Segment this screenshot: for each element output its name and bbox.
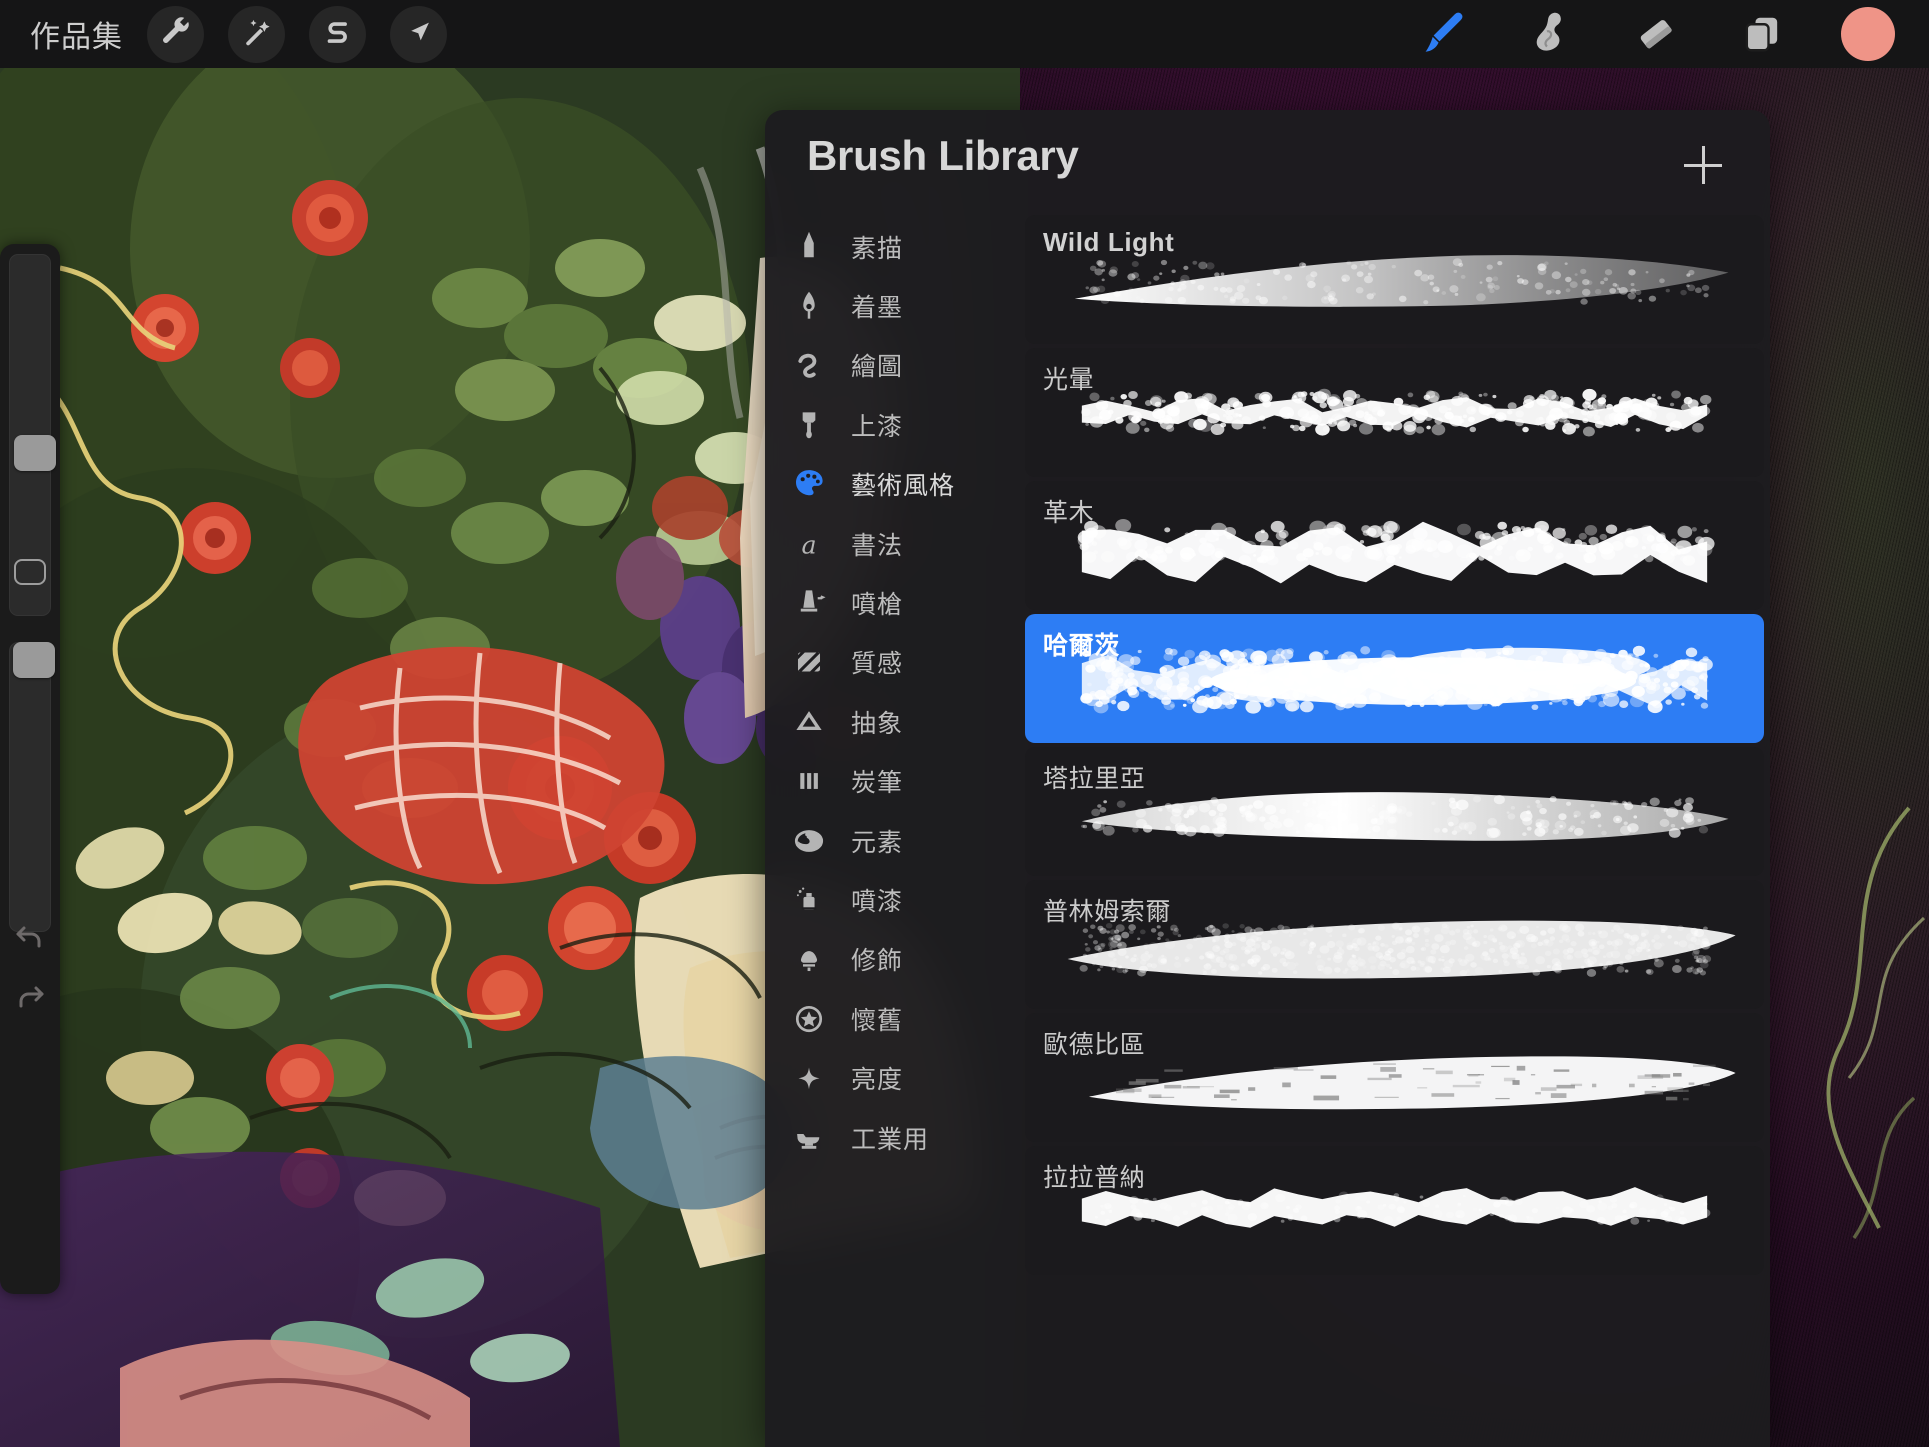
brush-size-thumb[interactable]: [14, 435, 56, 471]
calligraphy-a-icon: a: [789, 524, 829, 564]
category-item-retouching-mop[interactable]: 修飾: [765, 930, 1025, 989]
category-label: 素描: [851, 229, 903, 265]
selection-s-icon[interactable]: [309, 6, 366, 63]
brush-item[interactable]: 革木: [1025, 481, 1764, 610]
toolbar-right-group: [1417, 7, 1929, 61]
category-item-calligraphy-a[interactable]: a 書法: [765, 514, 1025, 573]
category-label: 懷舊: [851, 1001, 903, 1037]
industrial-anvil-icon: [789, 1118, 829, 1158]
category-item-industrial-anvil[interactable]: 工業用: [765, 1108, 1025, 1167]
color-swatch-button[interactable]: [1841, 7, 1895, 61]
painting-brush-icon: [789, 405, 829, 445]
brush-stroke-preview: [1025, 491, 1764, 610]
undo-button[interactable]: [0, 919, 60, 955]
category-label: 抽象: [851, 704, 903, 740]
category-label: 繪圖: [851, 347, 903, 383]
brush-item[interactable]: 拉拉普納: [1025, 1146, 1764, 1275]
spraypaint-can-icon: [789, 880, 829, 920]
brush-settings-sidebar: [0, 244, 60, 1294]
category-label: 炭筆: [851, 763, 903, 799]
brush-item[interactable]: 普林姆索爾: [1025, 880, 1764, 1009]
category-item-inking-pen[interactable]: 着墨: [765, 276, 1025, 335]
category-item-charcoal-bars[interactable]: 炭筆: [765, 752, 1025, 811]
brush-opacity-slider[interactable]: [9, 642, 51, 932]
category-label: 質感: [851, 644, 903, 680]
category-label: 亮度: [851, 1060, 903, 1096]
category-label: 上漆: [851, 407, 903, 443]
eraser-icon[interactable]: [1629, 7, 1683, 61]
category-item-painting-brush[interactable]: 上漆: [765, 395, 1025, 454]
category-item-artistic-palette[interactable]: 藝術風格: [765, 455, 1025, 514]
arrow-transform-icon[interactable]: [390, 6, 447, 63]
category-item-vintage-star[interactable]: 懷舊: [765, 989, 1025, 1048]
category-item-elements-yinyang[interactable]: 元素: [765, 811, 1025, 870]
category-item-sketching-pencil[interactable]: 素描: [765, 217, 1025, 276]
brush-name-label: 普林姆索爾: [1043, 892, 1171, 928]
brush-library-panel: Brush Library 素描着墨繪圖上漆藝術風格 a 書法噴槍質感抽象炭筆元素噴…: [765, 110, 1770, 1447]
category-item-abstract-triangle[interactable]: 抽象: [765, 692, 1025, 751]
drawing-squiggle-icon: [789, 345, 829, 385]
airbrush-icon: [789, 583, 829, 623]
category-item-spraypaint-can[interactable]: 噴漆: [765, 870, 1025, 929]
category-label: 噴槍: [851, 585, 903, 621]
brush-category-list[interactable]: 素描着墨繪圖上漆藝術風格 a 書法噴槍質感抽象炭筆元素噴漆修飾懷舊亮度工業用: [765, 215, 1025, 1447]
category-label: 修飾: [851, 941, 903, 977]
brush-name-label: 哈爾茨: [1043, 626, 1120, 662]
category-label: 工業用: [851, 1120, 929, 1156]
gallery-button[interactable]: 作品集: [30, 12, 123, 56]
magic-wand-icon[interactable]: [228, 6, 285, 63]
category-label: 噴漆: [851, 882, 903, 918]
brush-name-label: Wild Light: [1043, 227, 1174, 258]
category-item-luminance-sparkle[interactable]: 亮度: [765, 1048, 1025, 1107]
inking-pen-icon: [789, 286, 829, 326]
wrench-icon[interactable]: [147, 6, 204, 63]
retouching-mop-icon: [789, 939, 829, 979]
category-label: 着墨: [851, 288, 903, 324]
brush-library-header: Brush Library: [765, 110, 1770, 215]
brush-name-label: 塔拉里亞: [1043, 759, 1145, 795]
category-label: 元素: [851, 823, 903, 859]
abstract-triangle-icon: [789, 702, 829, 742]
category-label: 書法: [851, 526, 903, 562]
luminance-sparkle-icon: [789, 1058, 829, 1098]
panel-title: Brush Library: [807, 132, 1079, 180]
elements-yinyang-icon: [789, 821, 829, 861]
artistic-palette-icon: [789, 464, 829, 504]
smudge-finger-icon[interactable]: [1523, 7, 1577, 61]
brush-opacity-thumb[interactable]: [13, 642, 55, 678]
brush-item[interactable]: Wild Light: [1025, 215, 1764, 344]
redo-button[interactable]: [0, 979, 60, 1015]
category-item-airbrush[interactable]: 噴槍: [765, 573, 1025, 632]
brush-item[interactable]: 光暈: [1025, 348, 1764, 477]
sketching-pencil-icon: [789, 227, 829, 267]
brush-library-body: 素描着墨繪圖上漆藝術風格 a 書法噴槍質感抽象炭筆元素噴漆修飾懷舊亮度工業用 Wil…: [765, 215, 1770, 1447]
modify-button[interactable]: [14, 559, 46, 585]
toolbar-left-group: 作品集: [0, 6, 447, 63]
category-label: 藝術風格: [851, 466, 955, 502]
brush-preview-list[interactable]: Wild Light 光暈革木哈爾茨塔拉里亞普林姆索爾歐德比區拉拉普納: [1025, 215, 1770, 1447]
brush-name-label: 拉拉普納: [1043, 1158, 1145, 1194]
brush-name-label: 歐德比區: [1043, 1025, 1145, 1061]
svg-text:a: a: [801, 529, 816, 559]
brush-name-label: 革木: [1043, 493, 1094, 529]
top-toolbar: 作品集: [0, 0, 1929, 68]
brush-name-label: 光暈: [1043, 360, 1094, 396]
procreate-app: 作品集: [0, 0, 1929, 1447]
texture-hatch-icon: [789, 642, 829, 682]
brush-stroke-preview: [1025, 358, 1764, 477]
brush-item[interactable]: 哈爾茨: [1025, 614, 1764, 743]
category-item-drawing-squiggle[interactable]: 繪圖: [765, 336, 1025, 395]
add-brush-button[interactable]: [1680, 142, 1726, 188]
brush-item[interactable]: 塔拉里亞: [1025, 747, 1764, 876]
category-item-texture-hatch[interactable]: 質感: [765, 633, 1025, 692]
brush-stroke-preview: [1025, 624, 1764, 743]
vintage-star-icon: [789, 999, 829, 1039]
paintbrush-icon[interactable]: [1417, 7, 1471, 61]
brush-item[interactable]: 歐德比區: [1025, 1013, 1764, 1142]
charcoal-bars-icon: [789, 761, 829, 801]
layers-icon[interactable]: [1735, 7, 1789, 61]
